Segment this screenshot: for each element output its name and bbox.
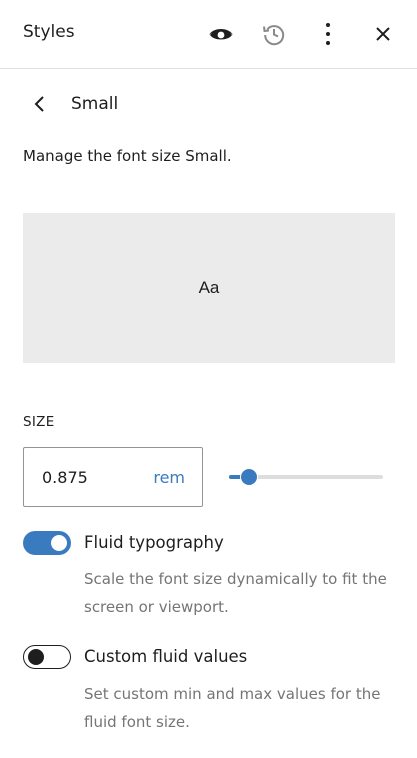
panel-title: Styles bbox=[23, 22, 75, 42]
slider-thumb[interactable] bbox=[241, 469, 257, 485]
fluid-typography-help: Scale the font size dynamically to fit t… bbox=[84, 570, 387, 616]
navigation-row: Small bbox=[0, 86, 417, 122]
history-icon bbox=[263, 25, 285, 46]
panel-description: Manage the font size Small. bbox=[23, 147, 232, 165]
style-book-button[interactable] bbox=[204, 17, 238, 51]
toggle-knob bbox=[28, 648, 44, 665]
close-icon bbox=[376, 27, 390, 41]
font-size-name: Small bbox=[71, 94, 119, 114]
font-size-preview: Aa bbox=[23, 213, 395, 363]
chevron-left-icon bbox=[34, 96, 44, 112]
back-button[interactable] bbox=[26, 90, 54, 118]
custom-fluid-values-label: Custom fluid values bbox=[84, 647, 248, 666]
styles-header: Styles bbox=[0, 0, 417, 69]
toggle-knob bbox=[51, 535, 67, 551]
unit-select[interactable]: rem bbox=[153, 468, 185, 487]
preview-sample-text: Aa bbox=[198, 278, 220, 297]
fluid-typography-toggle[interactable] bbox=[23, 531, 71, 555]
revisions-button[interactable] bbox=[257, 17, 291, 51]
size-label: SIZE bbox=[23, 414, 55, 430]
close-button[interactable] bbox=[366, 17, 400, 51]
size-value: 0.875 bbox=[42, 468, 88, 487]
custom-fluid-values-toggle[interactable] bbox=[23, 645, 71, 669]
more-options-button[interactable] bbox=[311, 17, 345, 51]
custom-fluid-values-help: Set custom min and max values for the fl… bbox=[84, 685, 381, 731]
fluid-typography-label: Fluid typography bbox=[84, 533, 224, 552]
eye-icon bbox=[209, 29, 233, 40]
more-vertical-icon bbox=[326, 23, 330, 45]
size-slider[interactable] bbox=[229, 467, 383, 487]
size-input[interactable]: 0.875 rem bbox=[23, 447, 203, 507]
